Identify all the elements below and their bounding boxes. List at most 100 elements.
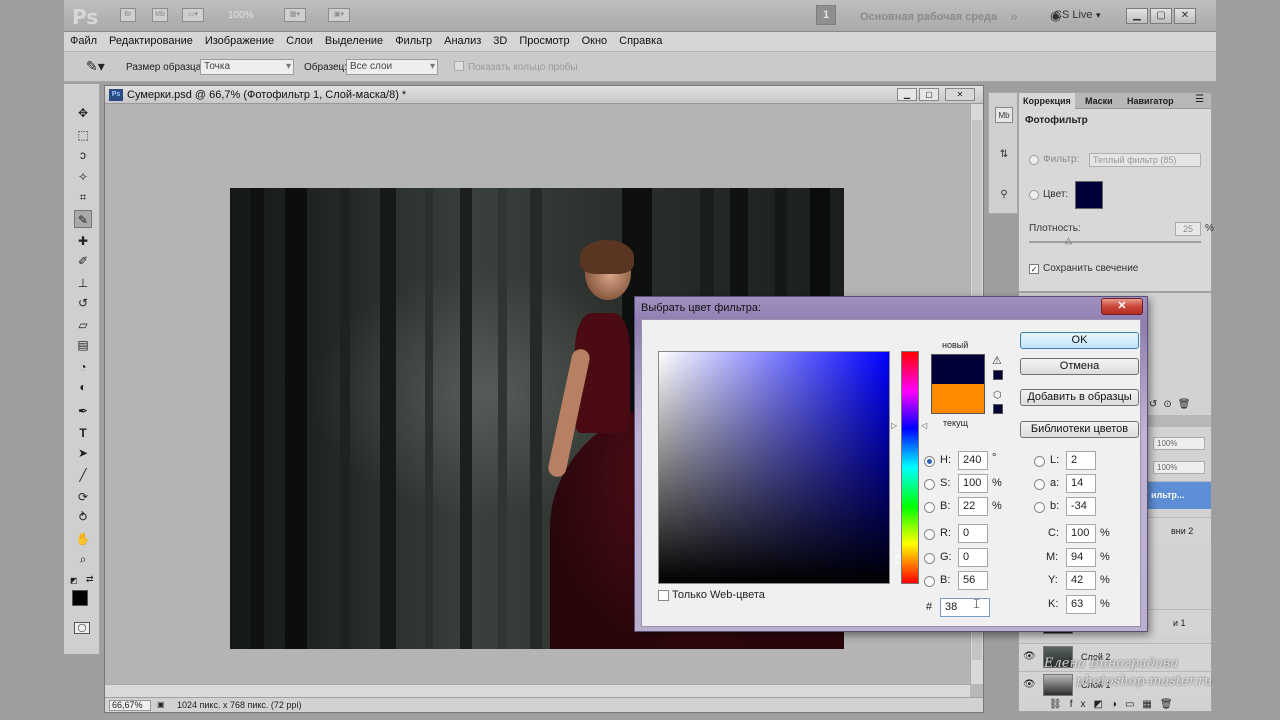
color-radio[interactable] [1029, 190, 1039, 200]
tab-navigator[interactable]: Навигатор [1123, 93, 1178, 109]
blur-tool-icon[interactable]: ◔ [74, 358, 92, 376]
healing-brush-tool-icon[interactable]: ✚ [74, 232, 92, 250]
brush-tool-icon[interactable]: ✐ [74, 252, 92, 270]
opacity-field[interactable]: 100% [1153, 437, 1205, 450]
visibility-eye-icon[interactable]: 👁 [1023, 651, 1036, 662]
green-radio[interactable] [924, 553, 935, 564]
menu-layers[interactable]: Слои [280, 32, 319, 51]
line-tool-icon[interactable]: ╱ [74, 466, 92, 484]
filter-color-swatch[interactable] [1075, 181, 1103, 209]
status-menu-icon[interactable]: ▣ [157, 700, 165, 709]
workspace-more-button[interactable]: » [1010, 8, 1018, 24]
marquee-tool-icon[interactable]: ⬚ [74, 126, 92, 144]
crop-tool-icon[interactable]: ⌗ [74, 188, 92, 206]
menu-window[interactable]: Окно [576, 32, 614, 51]
color-field[interactable] [658, 351, 904, 584]
brightness-radio[interactable] [924, 502, 935, 513]
ok-button[interactable]: OK [1020, 332, 1139, 349]
web-safe-color-swatch[interactable] [993, 404, 1003, 414]
dodge-tool-icon[interactable]: ◐ [74, 378, 92, 396]
workspace-number-badge[interactable]: 1 [816, 5, 836, 25]
gamut-color-swatch[interactable] [993, 370, 1003, 380]
color-libraries-button[interactable]: Библиотеки цветов [1020, 421, 1139, 438]
clone-stamp-tool-icon[interactable]: ⊥ [74, 274, 92, 292]
hue-radio[interactable] [924, 456, 935, 467]
menu-file[interactable]: Файл [64, 32, 103, 51]
red-radio[interactable] [924, 529, 935, 540]
adjust-panel-footer-icons[interactable]: ↺⊙🗑 [1149, 399, 1196, 410]
filter-radio[interactable] [1029, 155, 1039, 165]
lab-l-radio[interactable] [1034, 456, 1045, 467]
hue-slider-right-arrow[interactable]: ◁ [921, 421, 927, 430]
blue-radio[interactable] [924, 576, 935, 587]
menu-3d[interactable]: 3D [487, 32, 513, 51]
gradient-tool-icon[interactable]: ▤ [74, 336, 92, 354]
zoom-level-dropdown[interactable]: 100% [228, 10, 254, 21]
bridge-icon[interactable]: Br [120, 8, 136, 22]
web-colors-only-checkbox[interactable] [658, 590, 669, 601]
hex-input[interactable]: 38 [940, 598, 990, 617]
close-button[interactable]: ✕ [1174, 8, 1196, 24]
lab-l-input[interactable]: 2 [1066, 451, 1096, 470]
chevron-down-icon[interactable]: ▾ [1096, 10, 1101, 21]
current-color-swatch[interactable] [931, 384, 985, 414]
lasso-tool-icon[interactable]: ↄ [74, 146, 92, 164]
default-colors-icon[interactable]: ◩ [70, 576, 78, 585]
layers-footer-icons[interactable]: ⛓fx◩◑▭▦🗑 [1049, 699, 1181, 710]
hand-tool-icon[interactable]: ✋ [74, 530, 92, 548]
clone-source-icon[interactable]: ⇅ [995, 147, 1013, 163]
eyedropper-icon[interactable]: ✎▾ [86, 58, 105, 75]
show-ring-checkbox[interactable] [454, 61, 464, 71]
dialog-close-button[interactable]: ✕ [1101, 298, 1143, 315]
menu-select[interactable]: Выделение [319, 32, 389, 51]
hue-slider-left-arrow[interactable]: ▷ [891, 421, 897, 430]
type-tool-icon[interactable]: T [74, 424, 92, 442]
red-input[interactable]: 0 [958, 524, 988, 543]
screen-mode-icon[interactable]: ▣▾ [328, 8, 350, 22]
blue-input[interactable]: 56 [958, 571, 988, 590]
cancel-button[interactable]: Отмена [1020, 358, 1139, 375]
hue-slider[interactable] [901, 351, 919, 584]
brush-presets-icon[interactable]: ⚲ [995, 187, 1013, 203]
density-input[interactable]: 25 [1175, 222, 1201, 236]
menu-edit[interactable]: Редактирование [103, 32, 199, 51]
doc-restore-button[interactable]: ▢ [919, 88, 939, 101]
fill-field[interactable]: 100% [1153, 461, 1205, 474]
magenta-input[interactable]: 94 [1066, 548, 1096, 567]
menu-view[interactable]: Просмотр [513, 32, 575, 51]
zoom-field[interactable]: 66,67% [109, 700, 151, 711]
sample-select[interactable]: Все слои [346, 59, 438, 75]
mini-bridge-panel-icon[interactable]: Mb [995, 107, 1013, 123]
gamut-warning-icon[interactable]: ⚠ [992, 354, 1002, 367]
history-brush-tool-icon[interactable]: ↺ [74, 294, 92, 312]
brightness-input[interactable]: 22 [958, 497, 988, 516]
lab-a-input[interactable]: 14 [1066, 474, 1096, 493]
saturation-radio[interactable] [924, 479, 935, 490]
move-tool-icon[interactable]: ✥ [74, 104, 92, 122]
swap-colors-icon[interactable]: ⇄ [86, 574, 94, 585]
horizontal-scrollbar[interactable] [105, 684, 970, 697]
minimize-button[interactable]: ▁ [1126, 8, 1148, 24]
tab-adjustments[interactable]: Коррекция [1019, 93, 1075, 109]
arrange-documents-icon[interactable]: ▦▾ [284, 8, 306, 22]
path-selection-tool-icon[interactable]: ➤ [74, 444, 92, 462]
lab-b-radio[interactable] [1034, 502, 1045, 513]
hue-input[interactable]: 240 [958, 451, 988, 470]
menu-analysis[interactable]: Анализ [438, 32, 487, 51]
document-title-bar[interactable]: Ps Сумерки.psd @ 66,7% (Фотофильтр 1, Сл… [105, 86, 983, 104]
magic-wand-tool-icon[interactable]: ✧ [74, 168, 92, 186]
density-slider[interactable] [1029, 241, 1201, 243]
zoom-tool-icon[interactable]: ⌕ [74, 550, 92, 568]
eyedropper-tool-icon[interactable]: ✎ [74, 210, 92, 228]
visibility-eye-icon[interactable]: 👁 [1023, 679, 1036, 690]
preserve-luminosity-checkbox[interactable]: ✓ [1029, 264, 1039, 274]
web-safe-warning-icon[interactable]: ⬡ [993, 390, 1002, 401]
workspace-label[interactable]: Основная рабочая среда [860, 11, 997, 23]
saturation-input[interactable]: 100 [958, 474, 988, 493]
3d-rotate-tool-icon[interactable]: ⟳ [74, 488, 92, 506]
menu-filter[interactable]: Фильтр [389, 32, 438, 51]
3d-orbit-tool-icon[interactable]: ⥁ [74, 508, 92, 526]
lab-a-radio[interactable] [1034, 479, 1045, 490]
add-to-swatches-button[interactable]: Добавить в образцы [1020, 389, 1139, 406]
yellow-input[interactable]: 42 [1066, 571, 1096, 590]
